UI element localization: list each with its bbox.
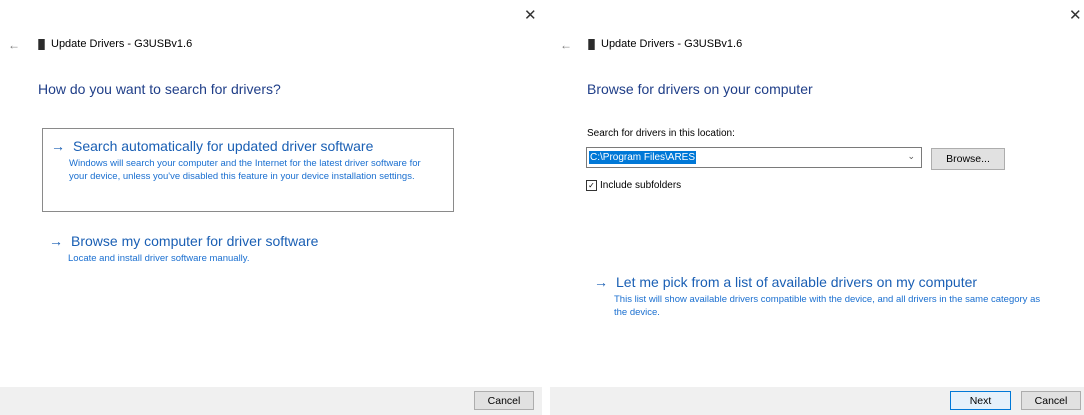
close-icon[interactable]: ✕: [1069, 8, 1082, 23]
pick-from-list-title[interactable]: Let me pick from a list of available dri…: [616, 274, 977, 290]
chevron-down-icon[interactable]: ⌄: [907, 151, 915, 162]
window-title: Update Drivers - G3USBv1.6: [601, 38, 743, 50]
window-title-row: Update Drivers - G3USBv1.6: [38, 38, 192, 50]
close-icon[interactable]: ✕: [524, 8, 537, 23]
browse-computer-option[interactable]: → Browse my computer for driver software: [49, 233, 318, 249]
dialog-footer: Cancel: [0, 387, 542, 415]
search-automatically-title-row[interactable]: → Search automatically for updated drive…: [51, 138, 373, 154]
include-subfolders-checkbox[interactable]: ✓: [586, 180, 597, 191]
pick-from-list-option[interactable]: → Let me pick from a list of available d…: [594, 274, 977, 290]
page-heading: Browse for drivers on your computer: [587, 81, 813, 97]
dialog-footer: Next Cancel: [550, 387, 1084, 415]
back-arrow-icon[interactable]: ←: [560, 39, 572, 51]
browse-computer-title[interactable]: Browse my computer for driver software: [71, 233, 318, 249]
update-drivers-dialog-left: ✕ ← Update Drivers - G3USBv1.6 How do yo…: [0, 0, 542, 415]
window-title: Update Drivers - G3USBv1.6: [51, 38, 193, 50]
usb-device-icon: [38, 38, 45, 50]
page-heading: How do you want to search for drivers?: [38, 81, 281, 97]
next-button[interactable]: Next: [950, 391, 1011, 410]
include-subfolders-row[interactable]: ✓ Include subfolders: [586, 180, 681, 191]
search-automatically-description: Windows will search your computer and th…: [69, 158, 421, 182]
right-arrow-icon: →: [49, 233, 63, 249]
window-title-row: Update Drivers - G3USBv1.6: [588, 38, 742, 50]
search-automatically-title[interactable]: Search automatically for updated driver …: [73, 138, 373, 154]
usb-device-icon: [588, 38, 595, 50]
driver-path-input[interactable]: C:\Program Files\ARES: [589, 151, 697, 164]
location-label: Search for drivers in this location:: [587, 128, 735, 139]
cancel-button[interactable]: Cancel: [1021, 391, 1081, 410]
back-arrow-icon[interactable]: ←: [8, 39, 20, 51]
pick-from-list-description: This list will show available drivers co…: [614, 294, 1041, 318]
include-subfolders-label[interactable]: Include subfolders: [600, 180, 681, 191]
right-arrow-icon: →: [51, 138, 65, 154]
browse-button[interactable]: Browse...: [931, 148, 1005, 170]
checkmark-icon: ✓: [588, 180, 595, 190]
driver-path-combobox[interactable]: C:\Program Files\ARES ⌄: [586, 147, 922, 168]
update-drivers-dialog-right: ✕ ← Update Drivers - G3USBv1.6 Browse fo…: [550, 0, 1084, 415]
browse-computer-description: Locate and install driver software manua…: [68, 253, 250, 264]
cancel-button[interactable]: Cancel: [474, 391, 534, 410]
right-arrow-icon: →: [594, 274, 608, 290]
